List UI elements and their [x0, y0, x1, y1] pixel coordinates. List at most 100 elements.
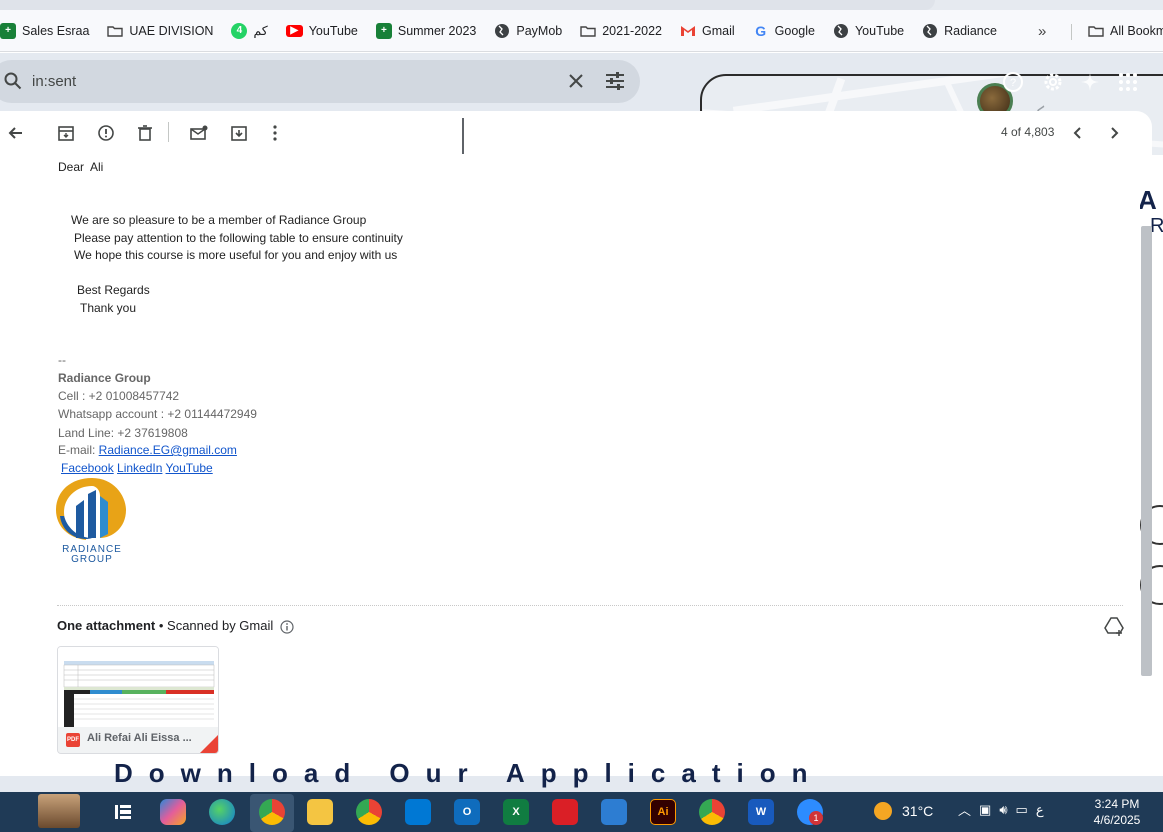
bookmark-youtube[interactable]: ▶ YouTube — [285, 17, 358, 45]
background-banner-text: Download Our Application — [114, 758, 824, 788]
page-fold-corner — [200, 735, 218, 753]
bookmark-sales-esraa[interactable]: + Sales Esraa — [0, 17, 89, 45]
attachment-card[interactable]: PDF Ali Refai Ali Eissa ... — [57, 646, 219, 754]
meet-now-icon[interactable]: ▣ — [979, 802, 991, 818]
bookmarks-bar: + Sales Esraa UAE DIVISION 4 كم ▶ YouTub… — [0, 10, 1163, 52]
bookmark-label: كم — [253, 24, 268, 38]
email-body-line: We hope this course is more useful for y… — [74, 248, 398, 262]
bookmark-whatsapp[interactable]: 4 كم — [231, 17, 268, 45]
logo-wordmark: RADIANCE GROUP — [56, 545, 128, 565]
all-bookmarks-label: All Bookm — [1110, 24, 1163, 38]
bookmarks-overflow-button[interactable]: » — [1038, 10, 1046, 52]
bookmark-label: YouTube — [308, 23, 358, 38]
chrome-icon[interactable] — [356, 799, 382, 825]
logo-wordmark-line: GROUP — [71, 554, 113, 565]
back-arrow-icon[interactable] — [6, 123, 26, 143]
creative-cloud-icon[interactable] — [552, 799, 578, 825]
folder-icon — [580, 25, 596, 37]
mark-unread-icon[interactable] — [189, 123, 209, 143]
attachments-heading: One attachment • Scanned by Gmail — [57, 618, 294, 634]
taskbar-clock[interactable]: 3:24 PM 4/6/2025 — [1090, 796, 1144, 828]
weather-widget[interactable]: 31°C — [874, 802, 933, 820]
bookmark-2021-2022[interactable]: 2021-2022 — [580, 17, 662, 45]
folder-icon — [1088, 26, 1104, 37]
gemini-sparkle-icon[interactable] — [1078, 70, 1102, 94]
report-spam-icon[interactable] — [96, 123, 116, 143]
language-indicator[interactable]: ع — [1036, 802, 1044, 818]
browser-tab-strip — [0, 0, 1163, 10]
bookmark-label: PayMob — [516, 23, 563, 38]
search-options-icon[interactable] — [604, 71, 626, 91]
sun-icon — [874, 802, 892, 820]
bookmark-gmail[interactable]: Gmail — [680, 17, 735, 45]
edge-browser-icon[interactable] — [209, 799, 235, 825]
all-bookmarks-button[interactable]: All Bookm — [1088, 10, 1163, 52]
close-icon[interactable] — [566, 71, 586, 91]
scrollbar[interactable] — [1141, 226, 1152, 676]
email-body-line: We are so pleasure to be a member of Rad… — [71, 213, 367, 227]
svg-text:?: ? — [1010, 77, 1016, 89]
speaker-icon[interactable]: 🔊︎ — [999, 802, 1007, 818]
chrome-icon[interactable] — [699, 799, 725, 825]
bookmark-uae-division[interactable]: UAE DIVISION — [107, 17, 213, 45]
bookmark-label: UAE DIVISION — [129, 23, 214, 38]
excel-icon[interactable]: X — [503, 799, 529, 825]
bookmark-label: Gmail — [702, 23, 735, 38]
bookmark-label: Radiance — [944, 23, 997, 38]
signature-email-label: E-mail: — [58, 443, 99, 457]
attachment-divider — [57, 605, 1123, 606]
chevron-right-icon[interactable] — [1104, 123, 1124, 143]
email-body-line: Please pay attention to the following ta… — [74, 231, 403, 245]
bookmark-paymob[interactable]: PayMob — [494, 17, 562, 45]
bookmark-label: 2021-2022 — [602, 23, 663, 38]
trash-icon[interactable] — [135, 123, 155, 143]
move-to-icon[interactable] — [229, 123, 249, 143]
bookmark-youtube-2[interactable]: YouTube — [833, 17, 904, 45]
task-view-icon[interactable] — [110, 799, 136, 825]
bookmark-google[interactable]: G Google — [753, 17, 815, 45]
globe-icon — [495, 23, 510, 38]
add-to-drive-icon[interactable] — [1104, 616, 1124, 636]
facebook-link[interactable]: Facebook — [61, 461, 114, 475]
signature-cell: Cell : +2 01008457742 — [58, 389, 180, 403]
network-icon[interactable]: ▭ — [1016, 802, 1028, 818]
toolbar-pane-divider — [462, 118, 464, 154]
google-icon: G — [755, 22, 767, 39]
archive-icon[interactable] — [56, 123, 76, 143]
pdf-file-icon: PDF — [66, 733, 80, 747]
signature-email-link[interactable]: Radiance.EG@gmail.com — [99, 443, 237, 457]
email-regards: Best Regards — [77, 283, 150, 297]
signature-email-row: E-mail: Radiance.EG@gmail.com — [58, 443, 237, 457]
photos-icon[interactable] — [601, 799, 627, 825]
bookmark-summer-2023[interactable]: + Summer 2023 — [375, 17, 476, 45]
microsoft-store-icon[interactable] — [405, 799, 431, 825]
user-widget-icon[interactable] — [38, 794, 80, 828]
outlook-icon[interactable]: O — [454, 799, 480, 825]
notification-badge: 1 — [809, 811, 823, 825]
email-greeting: Dear Ali — [58, 160, 104, 174]
apps-grid-icon[interactable] — [1116, 70, 1140, 94]
clock-time: 3:24 PM — [1094, 797, 1140, 811]
gear-icon[interactable] — [1041, 70, 1065, 94]
chrome-icon[interactable] — [259, 799, 285, 825]
file-explorer-icon[interactable] — [307, 799, 333, 825]
word-icon[interactable]: W — [748, 799, 774, 825]
globe-icon — [923, 23, 938, 38]
chevron-left-icon[interactable] — [1068, 123, 1088, 143]
youtube-link[interactable]: YouTube — [166, 461, 213, 475]
linkedin-link[interactable]: LinkedIn — [117, 461, 162, 475]
bookmarks-divider — [1071, 24, 1072, 40]
system-tray: ︿ ▣ 🔊︎ ▭ ع — [958, 800, 1044, 819]
search-bar[interactable] — [0, 60, 640, 103]
illustrator-icon[interactable]: Ai — [650, 799, 676, 825]
chevron-up-icon[interactable]: ︿ — [958, 800, 971, 819]
temperature: 31°C — [902, 803, 934, 819]
info-icon[interactable] — [280, 619, 294, 634]
more-vert-icon[interactable] — [265, 123, 285, 143]
signature-whatsapp: Whatsapp account : +2 01144472949 — [58, 407, 257, 421]
copilot-icon[interactable] — [160, 799, 186, 825]
search-icon[interactable] — [4, 72, 22, 90]
search-input[interactable]: in:sent — [32, 73, 76, 90]
bookmark-radiance[interactable]: Radiance — [922, 17, 997, 45]
help-icon[interactable]: ? — [1001, 70, 1025, 94]
